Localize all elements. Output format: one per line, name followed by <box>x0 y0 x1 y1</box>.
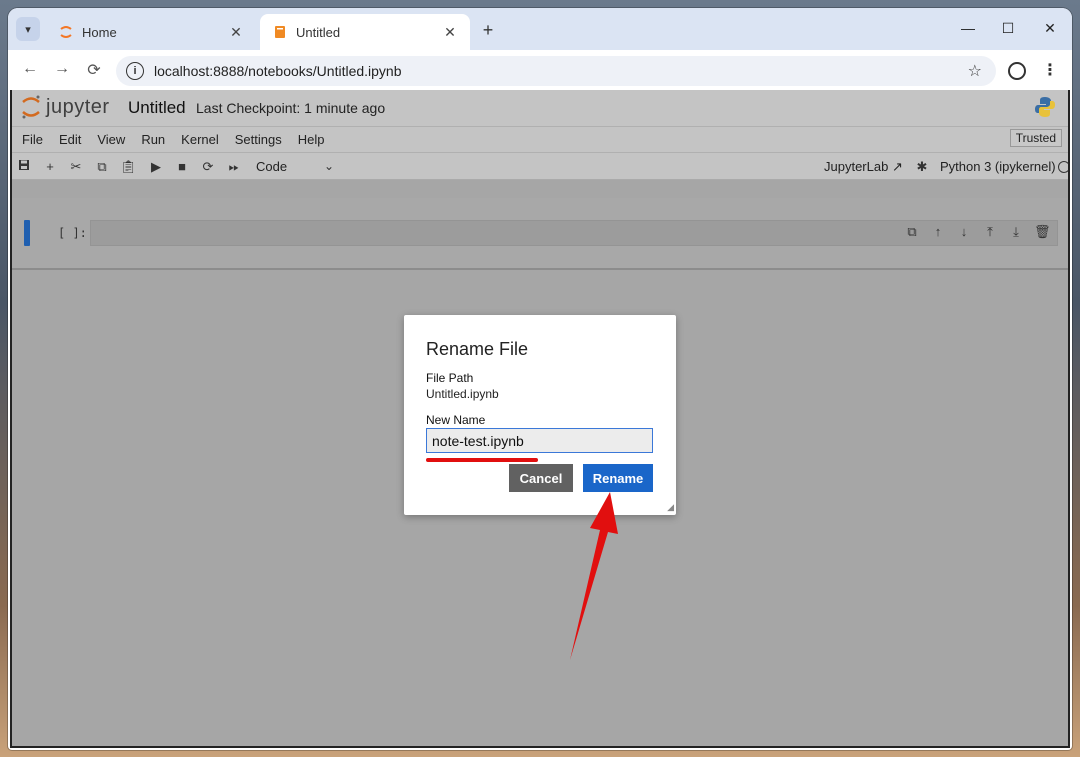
duplicate-cell-icon[interactable]: ⧉ <box>904 224 920 240</box>
menu-help[interactable]: Help <box>298 132 325 147</box>
kernel-status-icon <box>1058 161 1068 173</box>
tab-title: Untitled <box>296 24 341 40</box>
external-link-icon: ↗ <box>891 159 903 174</box>
jupyterlab-link[interactable]: JupyterLab ↗ <box>824 159 903 175</box>
new-tab-button[interactable]: + <box>478 21 498 39</box>
restart-icon[interactable]: ⟳ <box>200 159 216 175</box>
insert-above-icon[interactable]: ⤒ <box>982 224 998 240</box>
browser-toolbar: ← → ⟳ i localhost:8888/notebooks/Untitle… <box>8 50 1072 90</box>
url-text[interactable]: localhost:8888/notebooks/Untitled.ipynb <box>154 63 968 79</box>
move-down-icon[interactable]: ↓ <box>956 224 972 239</box>
notebook-name[interactable]: Untitled <box>128 98 186 118</box>
notebook-icon <box>272 24 288 40</box>
save-icon[interactable] <box>16 159 32 174</box>
resize-grip-icon[interactable]: ◢ <box>667 502 674 513</box>
insert-below-icon[interactable]: ⤓ <box>1008 224 1024 240</box>
paste-icon[interactable]: 📋︎ <box>120 159 137 175</box>
menu-settings[interactable]: Settings <box>235 132 282 147</box>
tab-untitled[interactable]: Untitled ✕ <box>260 14 470 50</box>
cancel-button[interactable]: Cancel <box>509 464 573 492</box>
tab-title: Home <box>82 24 117 40</box>
run-all-icon[interactable]: ⏩︎ <box>226 159 242 175</box>
jupyter-logo-icon <box>22 95 40 119</box>
active-cell-marker <box>24 220 30 246</box>
close-window-button[interactable]: ✕ <box>1040 20 1060 37</box>
notebook-header: jupyter Untitled Last Checkpoint: 1 minu… <box>12 90 1068 126</box>
annotation-arrow <box>570 492 618 660</box>
close-icon[interactable]: ✕ <box>228 24 244 41</box>
dialog-title: Rename File <box>426 339 529 359</box>
new-name-label: New Name <box>426 413 486 427</box>
checkpoint-status: Last Checkpoint: 1 minute ago <box>196 100 386 116</box>
site-info-icon[interactable]: i <box>126 62 144 80</box>
rename-dialog: Rename File File Path Untitled.ipynb New… <box>404 315 676 515</box>
delete-cell-icon[interactable]: 🗑︎ <box>1034 224 1051 240</box>
bookmark-star-icon[interactable]: ☆ <box>968 61 982 81</box>
copy-icon[interactable]: ⧉ <box>94 159 110 175</box>
back-icon[interactable]: ← <box>20 60 40 78</box>
menu-edit[interactable]: Edit <box>59 132 81 147</box>
menu-kernel[interactable]: Kernel <box>181 132 219 147</box>
new-name-input[interactable] <box>426 428 653 453</box>
profile-icon[interactable] <box>1008 62 1026 80</box>
chevron-down-icon[interactable]: ⌄ <box>324 159 334 173</box>
python-logo-icon <box>1035 97 1055 117</box>
debug-bug-icon[interactable]: ✱ <box>914 159 930 175</box>
stop-icon[interactable]: ■ <box>174 159 190 174</box>
move-up-icon[interactable]: ↑ <box>930 224 946 239</box>
file-path-value: Untitled.ipynb <box>426 387 499 401</box>
cell-type-select[interactable]: Code <box>256 159 287 174</box>
notebook-cell[interactable]: [ ]: ⧉ ↑ ↓ ⤒ ⤓ 🗑︎ <box>12 198 1068 270</box>
jupyterlab-link-label: JupyterLab <box>824 159 889 174</box>
minimize-button[interactable]: — <box>958 20 978 36</box>
rename-button[interactable]: Rename <box>583 464 653 492</box>
close-icon[interactable]: ✕ <box>442 24 458 41</box>
run-icon[interactable]: ▶ <box>148 159 164 175</box>
cell-prompt: [ ]: <box>58 226 87 240</box>
address-bar[interactable]: i localhost:8888/notebooks/Untitled.ipyn… <box>116 56 996 86</box>
cut-icon[interactable]: ✂ <box>68 159 84 175</box>
add-cell-icon[interactable]: + <box>42 159 58 174</box>
browser-menu-icon[interactable]: ⋮ <box>1042 60 1058 80</box>
menu-view[interactable]: View <box>97 132 125 147</box>
file-path-label: File Path <box>426 371 474 385</box>
forward-icon[interactable]: → <box>52 60 72 78</box>
jupyter-logo[interactable]: jupyter <box>20 94 110 120</box>
trusted-badge[interactable]: Trusted <box>1009 129 1062 147</box>
tab-home[interactable]: Home ✕ <box>46 14 256 50</box>
reload-icon[interactable]: ⟳ <box>84 60 104 80</box>
menu-run[interactable]: Run <box>141 132 165 147</box>
notebook-toolbar: + ✂ ⧉ 📋︎ ▶ ■ ⟳ ⏩︎ Code ⌄ JupyterLab ↗ ✱ … <box>12 152 1068 180</box>
menu-file[interactable]: File <box>22 132 43 147</box>
kernel-name[interactable]: Python 3 (ipykernel) <box>940 159 1056 174</box>
jupyter-icon <box>58 24 74 40</box>
annotation-underline <box>426 458 538 462</box>
tab-search-button[interactable]: ▾ <box>16 17 40 41</box>
jupyter-logo-text: jupyter <box>46 95 110 118</box>
tab-strip: ▾ Home ✕ Untitled ✕ + — ☐ ✕ <box>8 8 1072 50</box>
notebook-menubar: File Edit View Run Kernel Settings Help <box>12 126 1068 152</box>
maximize-button[interactable]: ☐ <box>998 20 1018 37</box>
